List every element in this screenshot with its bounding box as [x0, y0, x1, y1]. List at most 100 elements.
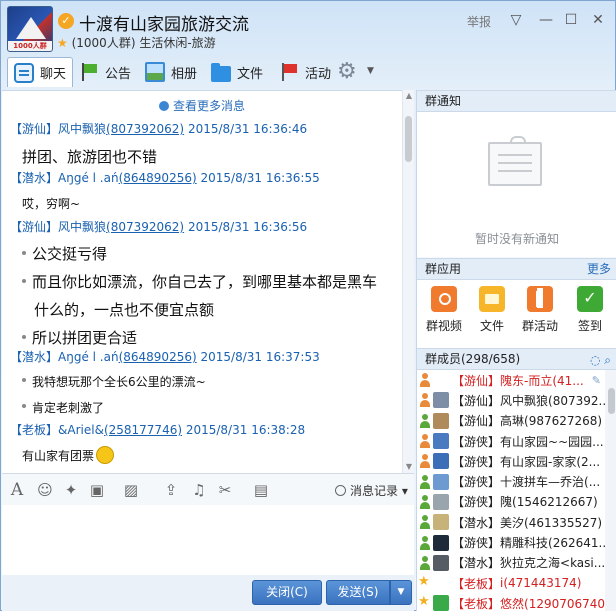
tab-album[interactable]: 相册: [139, 57, 203, 87]
video-icon: [431, 286, 457, 312]
message-history-button[interactable]: 消息记录 ▾: [335, 482, 408, 499]
avatar[interactable]: [433, 433, 449, 450]
member-row[interactable]: 【游侠】 精雕科技(262641...: [417, 532, 605, 552]
member-row[interactable]: 【老板】i(471443174): [417, 573, 605, 593]
message-meta[interactable]: 【潜水】Aŋgé l .ań(864890256) 2015/8/31 16:3…: [10, 348, 402, 365]
message-scrollbar[interactable]: ▲ ▼: [402, 90, 414, 473]
star-icon: [418, 574, 431, 590]
message-text: 哎，穷啊~: [22, 197, 81, 211]
user-icon: [419, 393, 431, 408]
avatar[interactable]: [433, 554, 449, 571]
member-rank: 【潜水】: [452, 556, 501, 571]
help-icon[interactable]: ▽: [507, 11, 525, 29]
member-row[interactable]: 【游仙】 高琳(987627268): [417, 411, 605, 431]
app-files[interactable]: 文件: [469, 286, 515, 334]
app-group-video[interactable]: 群视频: [421, 286, 467, 334]
avatar[interactable]: [433, 412, 449, 429]
user-icon: [419, 454, 431, 469]
tab-chat[interactable]: 聊天: [7, 57, 74, 87]
notice-header: 群通知: [417, 90, 616, 112]
avatar[interactable]: [433, 493, 449, 510]
emoji-icon[interactable]: ☺: [36, 481, 54, 499]
shake-icon[interactable]: ▣: [88, 481, 106, 499]
image-icon[interactable]: ▨: [122, 481, 140, 499]
avatar[interactable]: [433, 575, 449, 591]
app-group-activity[interactable]: 群活动: [517, 286, 563, 334]
avatar[interactable]: [433, 473, 449, 490]
music-icon[interactable]: ♫: [190, 481, 208, 499]
magic-wand-icon[interactable]: ✦: [62, 481, 80, 499]
scrollbar-thumb[interactable]: [405, 116, 412, 162]
member-count: (1000人群): [71, 36, 136, 50]
message-meta[interactable]: 【游仙】风中飘狼(807392062) 2015/8/31 16:36:46: [10, 120, 402, 137]
close-button[interactable]: 关闭(C): [252, 580, 322, 605]
report-button[interactable]: 举报: [467, 13, 491, 30]
scrollbar-thumb[interactable]: [608, 388, 615, 414]
member-row[interactable]: 【游仙】 隗东-而立(41... ✎: [417, 370, 605, 390]
font-icon[interactable]: A: [8, 481, 26, 499]
member-name: 有山家园-家家(2...: [500, 454, 601, 469]
member-name: 有山家园~~园园...: [500, 434, 604, 449]
member-row[interactable]: 【游侠】 隗(1546212667): [417, 492, 605, 512]
chat-message: 【游仙】风中飘狼(807392062) 2015/8/31 16:36:46 拼…: [10, 120, 402, 167]
send-options-chevron-icon[interactable]: ▼: [390, 580, 412, 605]
group-category[interactable]: 生活休闲-旅游: [139, 36, 215, 50]
member-name: 隗(1546212667): [500, 495, 598, 510]
member-row[interactable]: 【游侠】 有山家园~~园园...: [417, 431, 605, 451]
chat-message: 【潜水】Aŋgé l .ań(864890256) 2015/8/31 16:3…: [10, 348, 402, 416]
member-rank: 【老板】: [452, 576, 501, 591]
send-button[interactable]: 发送(S): [326, 580, 390, 605]
star-icon: ★: [57, 36, 68, 50]
member-row[interactable]: 【游仙】 风中飘狼(807392...: [417, 390, 605, 410]
avatar[interactable]: [433, 453, 449, 470]
scroll-up-icon[interactable]: ▲: [404, 91, 414, 100]
message-list[interactable]: 查看更多消息 【游仙】风中飘狼(807392062) 2015/8/31 16:…: [2, 90, 414, 473]
avatar[interactable]: [433, 534, 449, 551]
message-text: 公交挺亏得: [10, 243, 402, 264]
message-meta[interactable]: 【潜水】Aŋgé l .ań(864890256) 2015/8/31 16:3…: [10, 169, 402, 186]
tab-activities[interactable]: 活动: [273, 57, 337, 87]
member-row[interactable]: 【游侠】 十渡拼车—乔治(...: [417, 471, 605, 491]
side-panel: 群通知 暂时没有新通知 群应用 更多 群视频 文件 群活动 签到 群成员(298…: [416, 90, 616, 611]
close-window-button[interactable]: ✕: [589, 11, 607, 29]
scissors-icon[interactable]: ✂: [216, 481, 234, 499]
message-input[interactable]: [2, 505, 414, 575]
star-icon: [418, 594, 431, 610]
user-icon: [419, 535, 431, 550]
edit-icon[interactable]: ✎: [592, 374, 601, 387]
scroll-down-icon[interactable]: ▼: [404, 462, 414, 471]
group-title: 十渡有山家园旅游交流: [79, 15, 249, 35]
maximize-button[interactable]: ☐: [562, 11, 580, 29]
user-icon: [419, 373, 431, 388]
group-avatar[interactable]: 1000人群: [7, 6, 53, 52]
load-more-messages[interactable]: 查看更多消息: [2, 97, 402, 114]
member-search-icon[interactable]: ◌ ⌕: [590, 350, 611, 370]
message-text: 肯定老刺激了: [10, 399, 402, 416]
message-meta[interactable]: 【老板】&Ariel&(258177746) 2015/8/31 16:38:2…: [10, 421, 402, 438]
gear-icon[interactable]: ⚙: [337, 61, 357, 83]
member-row[interactable]: 【潜水】 狄拉克之海<kasi...: [417, 553, 605, 573]
member-list[interactable]: 【游仙】 隗东-而立(41... ✎ 【游仙】 风中飘狼(807392... 【游仙】 高琳…: [417, 370, 605, 611]
member-row[interactable]: 【老板】悠然(1290706740): [417, 593, 605, 611]
message-meta[interactable]: 【游仙】风中飘狼(807392062) 2015/8/31 16:36:56: [10, 218, 402, 235]
more-apps-link[interactable]: 更多: [587, 259, 611, 279]
avatar[interactable]: [433, 595, 449, 611]
more-tools-icon[interactable]: ▤: [252, 481, 270, 499]
chevron-down-icon[interactable]: ▼: [367, 66, 374, 76]
minimize-button[interactable]: —: [537, 11, 555, 29]
avatar[interactable]: [433, 392, 449, 409]
member-scrollbar[interactable]: [605, 370, 616, 611]
member-row[interactable]: 【游侠】 有山家园-家家(2...: [417, 451, 605, 471]
app-signin[interactable]: 签到: [567, 286, 613, 334]
smiley-emoji-icon: [96, 446, 115, 464]
avatar[interactable]: [433, 514, 449, 531]
member-rank: 【潜水】: [452, 515, 501, 530]
avatar[interactable]: [433, 372, 449, 388]
chat-icon: [14, 62, 34, 83]
tab-announcement[interactable]: 公告: [73, 57, 137, 87]
member-row[interactable]: 【潜水】 美汐(461335527): [417, 512, 605, 532]
member-rank: 【游侠】: [452, 536, 501, 551]
tab-files[interactable]: 文件: [205, 57, 269, 87]
upload-icon[interactable]: ⇪: [162, 481, 180, 499]
user-icon: [419, 515, 431, 530]
